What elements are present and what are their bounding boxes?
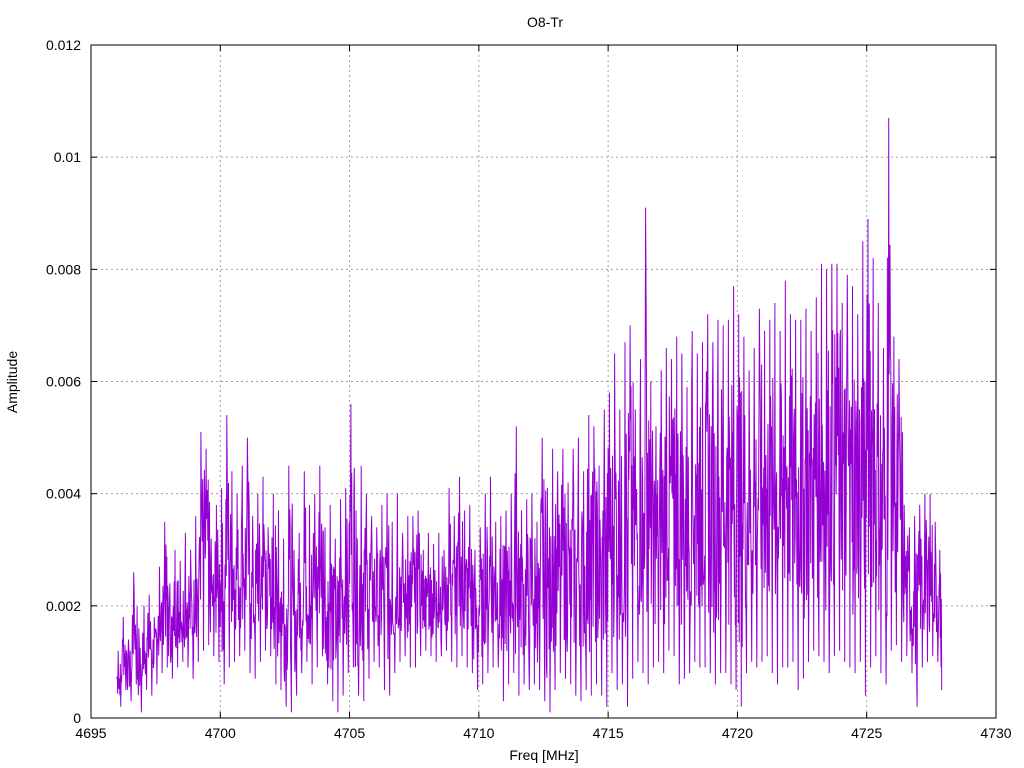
x-tick-label: 4710 xyxy=(463,725,494,741)
x-axis-label: Freq [MHz] xyxy=(509,747,578,763)
y-tick-label: 0 xyxy=(73,710,81,726)
y-tick-label: 0.01 xyxy=(54,149,81,165)
x-tick-label: 4730 xyxy=(980,725,1011,741)
x-tick-label: 4725 xyxy=(851,725,882,741)
series-layer xyxy=(116,117,943,713)
x-tick-label: 4705 xyxy=(334,725,365,741)
chart-title: O8-Tr xyxy=(527,14,563,30)
y-tick-label: 0.006 xyxy=(46,374,81,390)
y-tick-label: 0.012 xyxy=(46,37,81,53)
x-axis-tick-labels: 4695 4700 4705 4710 4715 4720 4725 4730 xyxy=(75,725,1011,741)
y-axis-label: Amplitude xyxy=(4,351,20,413)
y-tick-label: 0.004 xyxy=(46,486,81,502)
amplitude-spectrum-chart: O8-Tr 4695 4700 4705 4710 4715 4720 4725 4730 0… xyxy=(4,14,1012,763)
x-tick-label: 4700 xyxy=(205,725,236,741)
y-axis-tick-labels: 0 0.002 0.004 0.006 0.008 0.01 0.012 xyxy=(46,37,81,726)
y-tick-label: 0.002 xyxy=(46,598,81,614)
x-tick-label: 4720 xyxy=(722,725,753,741)
x-tick-label: 4715 xyxy=(593,725,624,741)
y-tick-label: 0.008 xyxy=(46,261,81,277)
x-tick-label: 4695 xyxy=(75,725,106,741)
amplitude-series-line xyxy=(116,117,943,713)
